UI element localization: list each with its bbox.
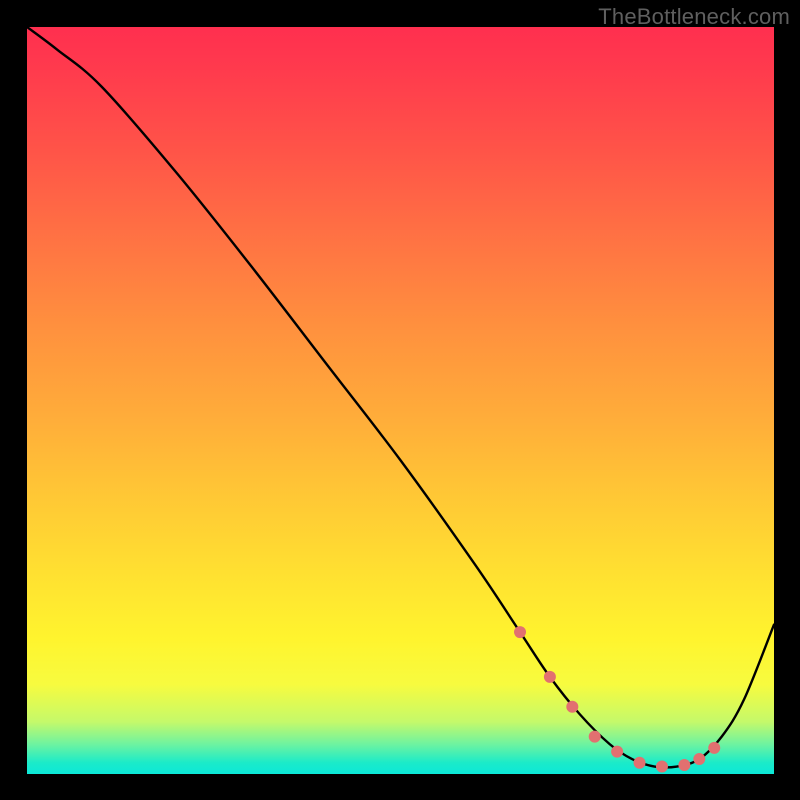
optimal-dot — [634, 757, 646, 769]
optimal-dot — [611, 746, 623, 758]
optimal-dot — [566, 701, 578, 713]
watermark-text: TheBottleneck.com — [598, 4, 790, 30]
optimal-dot — [678, 759, 690, 771]
curve-layer — [27, 27, 774, 774]
plot-area — [27, 27, 774, 774]
optimal-dot — [708, 742, 720, 754]
bottleneck-curve — [27, 27, 774, 767]
optimal-dot — [589, 731, 601, 743]
optimal-range-dots — [514, 626, 720, 772]
optimal-dot — [544, 671, 556, 683]
optimal-dot — [656, 761, 668, 773]
optimal-dot — [693, 753, 705, 765]
optimal-dot — [514, 626, 526, 638]
chart-canvas: TheBottleneck.com — [0, 0, 800, 800]
